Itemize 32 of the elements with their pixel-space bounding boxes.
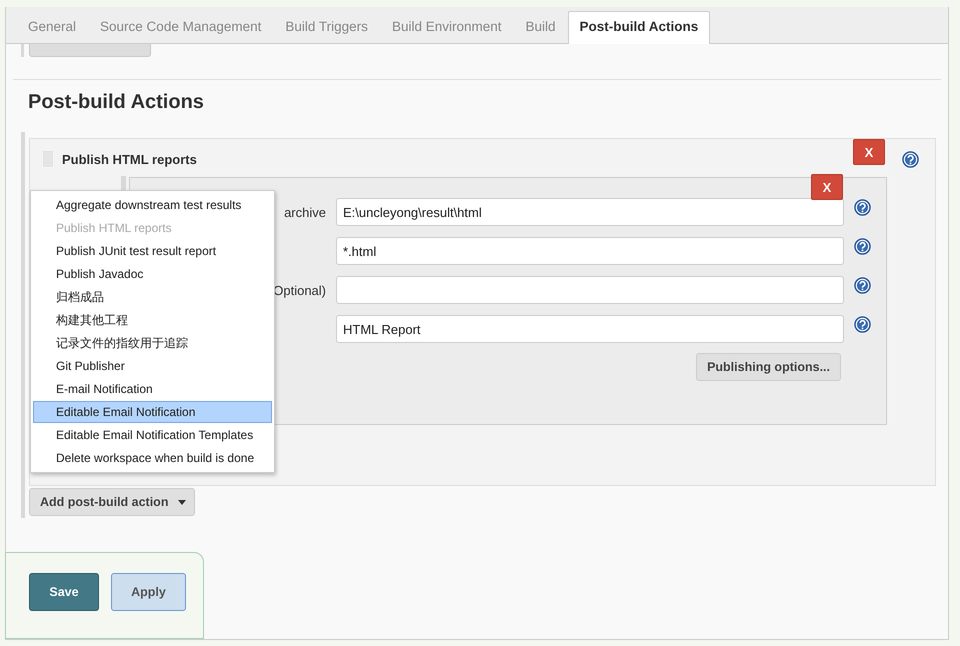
apply-button[interactable]: Apply (111, 573, 186, 611)
field-label: Optional) (273, 282, 326, 298)
save-button[interactable]: Save (29, 573, 99, 611)
menu-item[interactable]: E-mail Notification (33, 378, 272, 400)
menu-item[interactable]: 归档成品 (33, 286, 272, 308)
menu-item[interactable]: 构建其他工程 (33, 309, 272, 331)
menu-item[interactable]: Delete workspace when build is done (33, 447, 272, 469)
delete-button[interactable]: X (811, 174, 843, 200)
publisher-title: Publish HTML reports (62, 152, 197, 166)
help-icon[interactable] (854, 238, 871, 254)
menu-item[interactable]: Editable Email Notification Templates (33, 424, 272, 446)
input-field[interactable]: E:\uncleyong\result\html (336, 198, 844, 226)
menu-item[interactable]: Editable Email Notification (33, 401, 272, 423)
tab[interactable]: Post-build Actions (568, 11, 710, 44)
add-post-build-action-button[interactable]: Add post-build action (29, 488, 196, 516)
input-field[interactable]: *.html (336, 237, 844, 265)
menu-item[interactable]: Publish JUnit test result report (33, 240, 272, 262)
help-icon[interactable] (854, 276, 871, 294)
caret-icon (178, 500, 186, 504)
help-icon[interactable] (854, 316, 871, 332)
menu-item[interactable]: 记录文件的指纹用于追踪 (33, 332, 272, 354)
publishing-options-button[interactable]: Publishing options... (696, 353, 841, 381)
input-field[interactable]: HTML Report (336, 315, 844, 343)
delete-button[interactable]: X (853, 139, 885, 165)
menu-item[interactable]: Git Publisher (33, 355, 272, 377)
input-field[interactable] (336, 276, 844, 304)
help-icon[interactable] (854, 198, 871, 216)
field-label: archive (284, 204, 326, 220)
menu-item[interactable]: Aggregate downstream test results (33, 194, 272, 216)
help-icon[interactable] (902, 150, 919, 168)
menu-item[interactable]: Publish Javadoc (33, 263, 272, 285)
section-heading: Post-build Actions (28, 90, 205, 114)
